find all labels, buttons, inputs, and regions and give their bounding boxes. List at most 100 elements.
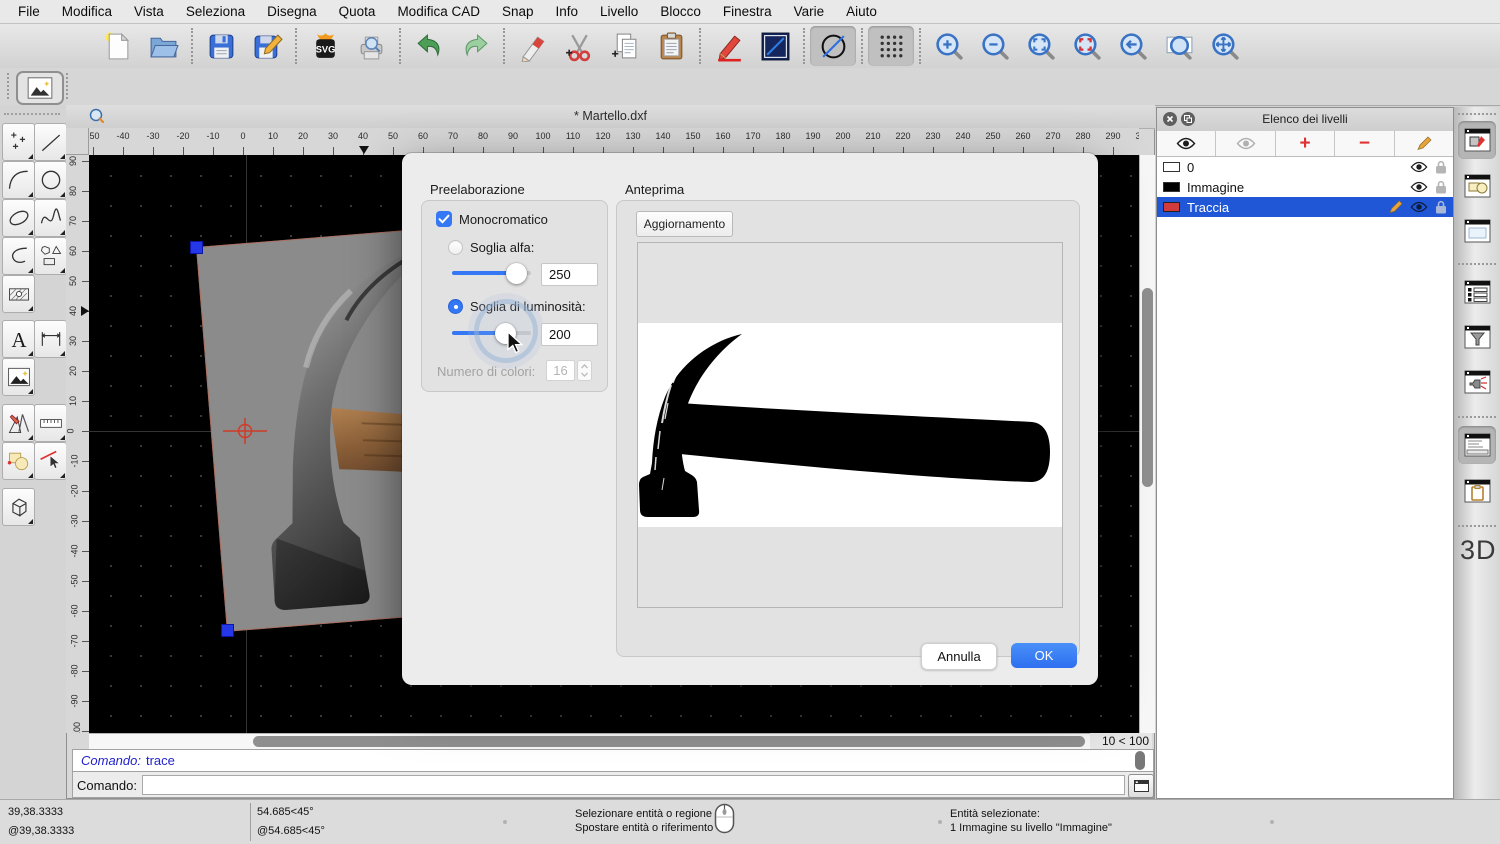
ruler-tool-button[interactable] [34, 404, 67, 442]
menu-finestra[interactable]: Finestra [723, 4, 772, 19]
dimension-tool-button[interactable] [34, 320, 67, 358]
drafting-tools-button[interactable] [2, 404, 35, 442]
command-history-scrollbar-thumb[interactable] [1135, 751, 1145, 770]
open-file-button[interactable] [140, 26, 186, 66]
palette-3d-button[interactable]: 3D [1460, 535, 1497, 566]
copy-button[interactable] [602, 26, 648, 66]
luminosity-threshold-radio[interactable] [448, 299, 463, 314]
palette-command-button[interactable] [1458, 426, 1496, 464]
redo-button[interactable] [452, 26, 498, 66]
monochrome-checkbox[interactable] [436, 211, 452, 227]
command-window-button[interactable] [1128, 774, 1154, 798]
ellipse-tool-button[interactable] [2, 199, 35, 237]
toolbox-drag-handle[interactable] [4, 113, 60, 115]
ok-button[interactable]: OK [1011, 643, 1077, 668]
eye-icon[interactable] [1410, 161, 1428, 173]
menu-livello[interactable]: Livello [600, 4, 638, 19]
vertical-scrollbar-thumb[interactable] [1142, 288, 1153, 487]
zoom-selection-button[interactable] [1064, 26, 1110, 66]
save-as-button[interactable] [244, 26, 290, 66]
menu-file[interactable]: File [18, 4, 40, 19]
circle-tool-button[interactable] [34, 161, 67, 199]
paste-button[interactable] [648, 26, 694, 66]
add-layer-button[interactable]: + [1276, 131, 1335, 156]
layer-row[interactable]: 0 [1157, 157, 1453, 177]
alpha-slider-knob[interactable] [506, 263, 527, 284]
select-entity-button[interactable] [34, 442, 67, 480]
palette-properties-button[interactable] [1458, 167, 1496, 205]
arc-tool-button[interactable] [2, 161, 35, 199]
palette-list-button[interactable] [1458, 273, 1496, 311]
lock-icon[interactable] [1435, 160, 1447, 174]
layers-panel-titlebar[interactable]: Elenco dei livelli [1157, 108, 1453, 132]
cut-button[interactable] [556, 26, 602, 66]
undo-button[interactable] [406, 26, 452, 66]
layer-color-swatch[interactable] [1163, 162, 1180, 172]
menu-disegna[interactable]: Disegna [267, 4, 317, 19]
menu-snap[interactable]: Snap [502, 4, 534, 19]
spline-tool-button[interactable] [34, 199, 67, 237]
new-file-button[interactable] [94, 26, 140, 66]
zoom-fit-button[interactable] [1018, 26, 1064, 66]
palette-tool-button[interactable] [1458, 363, 1496, 401]
hide-layer-button[interactable] [1216, 131, 1275, 156]
polyline-tool-button[interactable] [2, 237, 35, 275]
menu-modifica-cad[interactable]: Modifica CAD [397, 4, 480, 19]
pan-button[interactable] [1202, 26, 1248, 66]
lock-icon[interactable] [1435, 200, 1447, 214]
delete-button[interactable] [510, 26, 556, 66]
eye-icon[interactable] [1410, 201, 1428, 213]
line-tool-button[interactable] [34, 123, 67, 161]
layer-color-swatch[interactable] [1163, 182, 1180, 192]
shapes-tool-button[interactable] [34, 237, 67, 275]
box3d-tool-button[interactable] [2, 488, 35, 526]
selection-handle[interactable] [190, 241, 203, 254]
remove-layer-button[interactable]: − [1335, 131, 1394, 156]
menu-varie[interactable]: Varie [794, 4, 825, 19]
menu-modifica[interactable]: Modifica [62, 4, 112, 19]
save-button[interactable] [198, 26, 244, 66]
layer-row[interactable]: Immagine [1157, 177, 1453, 197]
ellipse-mode-button[interactable] [810, 26, 856, 66]
lock-icon[interactable] [1435, 180, 1447, 194]
print-preview-button[interactable] [348, 26, 394, 66]
menu-quota[interactable]: Quota [339, 4, 376, 19]
menu-blocco[interactable]: Blocco [660, 4, 701, 19]
luminosity-value-field[interactable]: 200 [541, 323, 598, 346]
shape-edit-button[interactable] [2, 442, 35, 480]
insert-image-button[interactable] [2, 358, 35, 396]
palette-filter-button[interactable] [1458, 318, 1496, 356]
grid-toggle-button[interactable] [868, 26, 914, 66]
show-layer-button[interactable] [1157, 131, 1216, 156]
horizontal-scrollbar-thumb[interactable] [253, 736, 1085, 747]
points-tool-button[interactable] [2, 123, 35, 161]
layer-row-selected[interactable]: Traccia [1157, 197, 1453, 217]
text-tool-button[interactable]: A [2, 320, 35, 358]
menu-vista[interactable]: Vista [134, 4, 164, 19]
cancel-button[interactable]: Annulla [921, 643, 997, 670]
svg-export-button[interactable]: SVG [302, 26, 348, 66]
image-tool-button[interactable] [16, 71, 64, 105]
alpha-value-field[interactable]: 250 [541, 263, 598, 286]
command-input[interactable] [142, 775, 1125, 795]
draw-pencil-button[interactable] [706, 26, 752, 66]
menu-seleziona[interactable]: Seleziona [186, 4, 245, 19]
palette-layers-button[interactable] [1458, 121, 1496, 159]
palette-blank-button[interactable] [1458, 212, 1496, 250]
palette-clipboard-button[interactable] [1458, 472, 1496, 510]
zoom-out-button[interactable] [972, 26, 1018, 66]
update-preview-button[interactable]: Aggiornamento [636, 211, 733, 237]
zoom-in-button[interactable] [926, 26, 972, 66]
layer-color-swatch[interactable] [1163, 202, 1180, 212]
hatch-tool-button[interactable] [2, 275, 35, 313]
edit-layer-button[interactable] [1395, 131, 1453, 156]
menu-aiuto[interactable]: Aiuto [846, 4, 877, 19]
zoom-window-button[interactable] [1156, 26, 1202, 66]
selection-handle[interactable] [221, 624, 234, 637]
menu-info[interactable]: Info [556, 4, 579, 19]
pencil-edit-icon[interactable] [1388, 200, 1403, 214]
alpha-threshold-radio[interactable] [448, 240, 463, 255]
line-attributes-button[interactable] [752, 26, 798, 66]
eye-icon[interactable] [1410, 181, 1428, 193]
zoom-previous-button[interactable] [1110, 26, 1156, 66]
